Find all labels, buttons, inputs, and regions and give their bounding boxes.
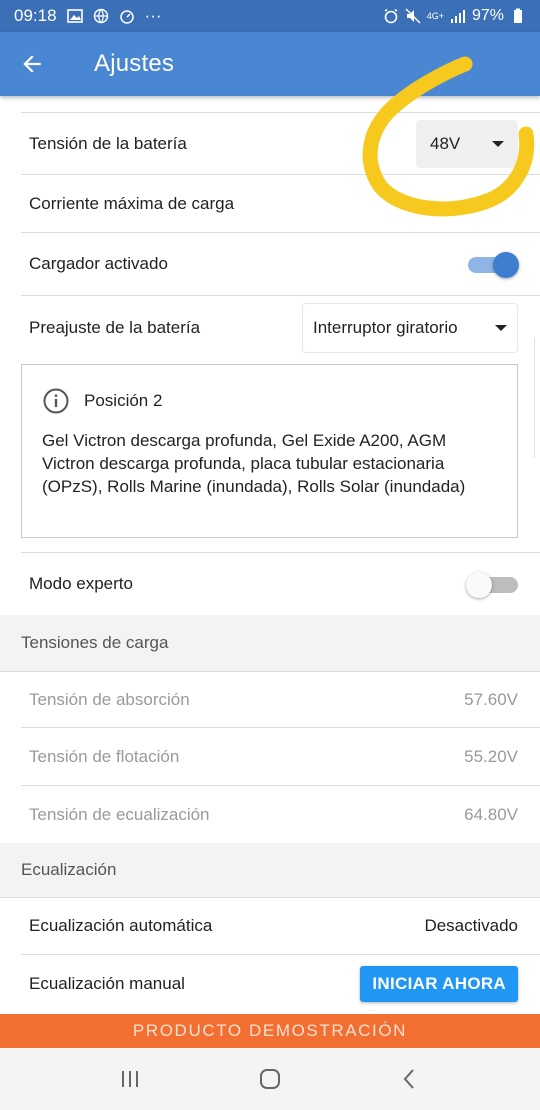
divider <box>21 112 540 113</box>
divider <box>21 727 540 728</box>
home-icon <box>260 1069 280 1089</box>
divider <box>21 954 540 955</box>
divider <box>21 232 540 233</box>
app-bar: Ajustes <box>0 32 540 96</box>
equalization-voltage-row: Tensión de ecualización 64.80V <box>0 787 540 843</box>
expert-mode-label: Modo experto <box>29 574 133 593</box>
network-type: 4G+ <box>426 11 444 21</box>
status-bar: 09:18 ··· 4G+ 97% <box>0 0 540 32</box>
charger-enabled-row: Cargador activado <box>0 234 540 294</box>
absorption-voltage-row: Tensión de absorción 57.60V <box>0 672 540 728</box>
battery-voltage-dropdown[interactable]: 48V <box>416 120 518 168</box>
battery-voltage-label: Tensión de la batería <box>29 134 187 153</box>
battery-preset-value: Interruptor giratorio <box>313 318 458 337</box>
caret-down-icon <box>495 325 507 331</box>
divider <box>21 174 540 175</box>
clock: 09:18 <box>14 6 57 25</box>
toggle-thumb <box>493 252 519 278</box>
battery-icon <box>510 8 526 24</box>
battery-preset-row: Preajuste de la batería Interruptor gira… <box>0 300 540 356</box>
nav-back-icon <box>403 1069 414 1089</box>
demo-product-banner: PRODUCTO DEMOSTRACIÓN <box>0 1014 540 1048</box>
divider <box>21 785 540 786</box>
page-title: Ajustes <box>94 50 175 77</box>
info-icon <box>43 388 69 414</box>
signal-icon <box>450 8 466 24</box>
manual-equalization-label: Ecualización manual <box>29 974 185 993</box>
expert-mode-row: Modo experto <box>0 556 540 612</box>
battery-preset-label: Preajuste de la batería <box>29 318 201 337</box>
start-now-button[interactable]: INICIAR AHORA <box>360 966 518 1002</box>
battery-voltage-row: Tensión de la batería 48V <box>0 116 540 172</box>
charge-voltages-header: Tensiones de carga <box>0 615 540 671</box>
recents-button[interactable] <box>100 1059 160 1099</box>
more-notifications: ··· <box>144 6 162 25</box>
preset-info-title: Posición 2 <box>84 391 163 410</box>
recents-icon <box>122 1071 138 1087</box>
equalization-voltage-value: 64.80V <box>464 805 518 824</box>
battery-voltage-value: 48V <box>430 134 461 153</box>
max-charge-current-label: Corriente máxima de carga <box>29 194 235 213</box>
gallery-icon <box>66 8 83 24</box>
preset-info-box: Posición 2 Gel Victron descarga profunda… <box>21 364 518 538</box>
system-nav-bar <box>0 1048 540 1110</box>
toggle-thumb <box>466 572 492 598</box>
settings-content: Tensión de la batería 48V Corriente máxi… <box>0 96 540 1016</box>
expert-mode-toggle[interactable] <box>466 572 518 598</box>
battery-preset-dropdown[interactable]: Interruptor giratorio <box>302 303 518 353</box>
absorption-voltage-label: Tensión de absorción <box>29 690 190 709</box>
auto-equalization-label: Ecualización automática <box>29 916 213 935</box>
equalization-header: Ecualización <box>0 843 540 897</box>
max-charge-current-row[interactable]: Corriente máxima de carga <box>0 176 540 232</box>
auto-equalization-row[interactable]: Ecualización automática Desactivado <box>0 898 540 954</box>
alarm-icon <box>383 8 399 24</box>
caret-down-icon <box>492 141 504 147</box>
back-button[interactable] <box>0 32 64 96</box>
charger-enabled-toggle[interactable] <box>468 252 519 278</box>
home-button[interactable] <box>240 1059 300 1099</box>
timer-icon <box>119 8 135 24</box>
preset-info-text: Gel Victron descarga profunda, Gel Exide… <box>42 431 466 496</box>
battery-percent: 97% <box>471 7 504 24</box>
divider <box>21 552 540 553</box>
back-arrow-icon <box>23 55 41 73</box>
float-voltage-label: Tensión de flotación <box>29 747 180 766</box>
auto-equalization-value: Desactivado <box>424 916 518 935</box>
absorption-voltage-value: 57.60V <box>464 690 518 709</box>
float-voltage-value: 55.20V <box>464 747 518 766</box>
mute-icon <box>405 8 421 24</box>
scrollbar[interactable] <box>534 338 540 458</box>
float-voltage-row: Tensión de flotación 55.20V <box>0 729 540 785</box>
charger-enabled-label: Cargador activado <box>29 254 168 273</box>
system-back-button[interactable] <box>380 1059 440 1099</box>
equalization-voltage-label: Tensión de ecualización <box>29 805 210 824</box>
divider <box>21 295 540 296</box>
manual-equalization-row: Ecualización manual INICIAR AHORA <box>0 956 540 1012</box>
globe-icon <box>93 8 109 24</box>
